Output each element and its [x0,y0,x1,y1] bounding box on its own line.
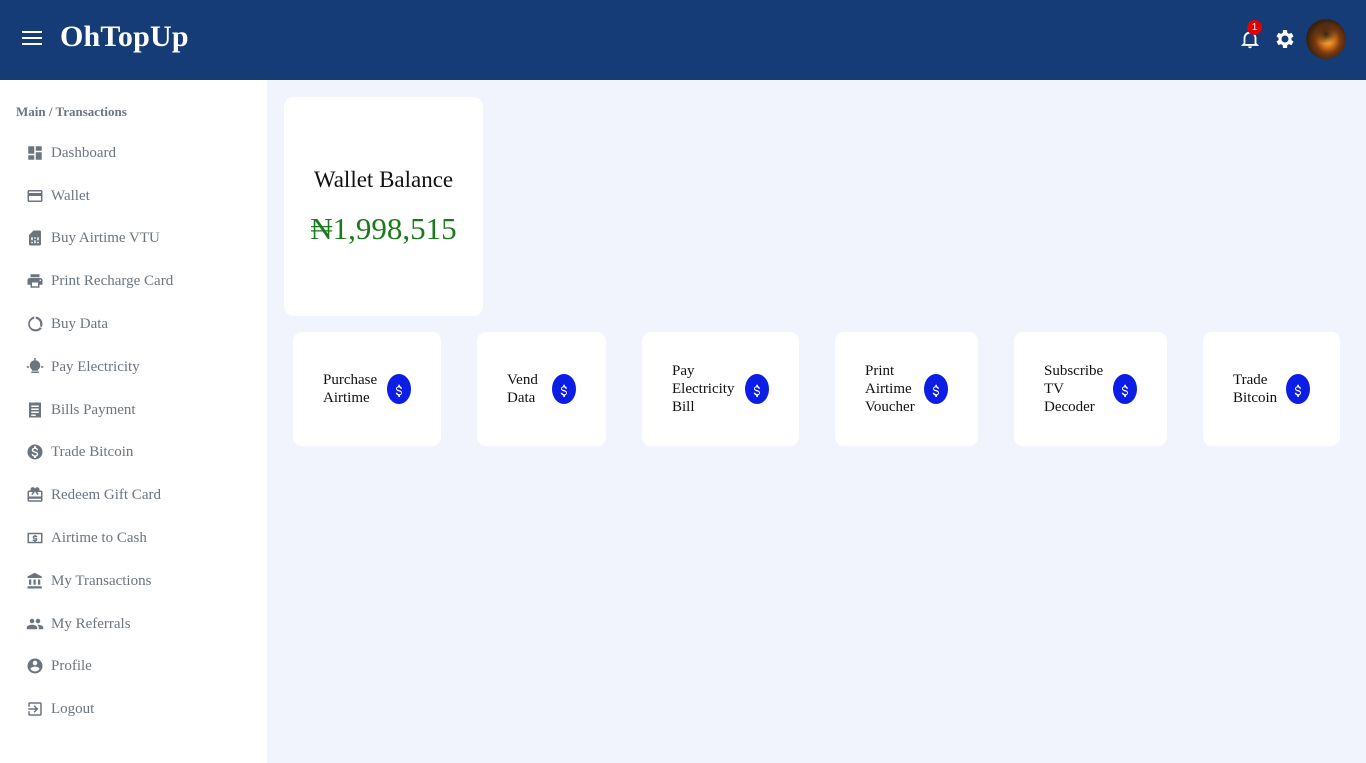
service-label-line: Vend [507,372,538,388]
avatar[interactable] [1306,19,1346,59]
bank-icon [26,572,44,590]
sidebar-item-buy-airtime[interactable]: Buy Airtime VTU [26,226,160,250]
dollar-icon [26,443,44,461]
sidebar-item-label: Print Recharge Card [51,272,174,289]
sidebar-item-label: Profile [51,657,92,674]
sidebar-item-label: Buy Data [51,315,109,332]
service-label-line: Subscribe [1044,363,1104,379]
dollar-coin-icon [924,374,948,404]
vend-data-card[interactable]: Vend Data [477,332,606,446]
service-label-line: TV [1044,381,1064,397]
service-label-line: Purchase [323,372,378,388]
sidebar-item-label: My Referrals [51,615,131,632]
credit-card-icon [26,187,44,205]
sidebar-item-label: Dashboard [51,144,116,161]
sidebar-item-label: Logout [51,700,95,717]
wallet-balance-amount: ₦1,998,515 [310,211,457,246]
service-label-line: Decoder [1044,399,1095,415]
sidebar-item-my-referrals[interactable]: My Referrals [26,612,131,636]
sidebar-item-airtime-to-cash[interactable]: Airtime to Cash [26,526,147,550]
sidebar-item-dashboard[interactable]: Dashboard [26,141,116,165]
account-circle-icon [26,657,44,675]
dollar-coin-icon [745,374,769,404]
dollar-coin-icon [1113,374,1137,404]
sim-card-icon [26,229,44,247]
sidebar-item-label: Trade Bitcoin [51,443,134,460]
sidebar-item-redeem-gift-card[interactable]: Redeem Gift Card [26,483,161,507]
gear-icon[interactable] [1272,27,1296,51]
subscribe-tv-decoder-card[interactable]: Subscribe TV Decoder [1014,332,1167,446]
wallet-balance-title: Wallet Balance [313,167,454,192]
cash-icon [26,529,44,547]
service-label-line: Trade [1233,372,1268,388]
sidebar-item-label: Wallet [51,187,90,204]
sidebar-item-label: My Transactions [51,572,152,589]
pay-electricity-bill-card[interactable]: Pay Electricity Bill [642,332,799,446]
purchase-airtime-card[interactable]: Purchase Airtime [293,332,441,446]
print-airtime-voucher-card[interactable]: Print Airtime Voucher [835,332,978,446]
dollar-coin-icon [1286,374,1310,404]
brand-title[interactable]: OhTopUp [60,20,189,54]
gift-card-icon [26,486,44,504]
top-app-bar: OhTopUp 1 [0,0,1366,80]
menu-icon[interactable] [22,29,42,49]
wallet-balance-card: Wallet Balance ₦1,998,515 [284,97,483,316]
dollar-coin-icon [552,374,576,404]
service-label-line: Data [507,390,536,406]
sidebar-item-trade-bitcoin[interactable]: Trade Bitcoin [26,440,133,464]
service-label-line: Airtime [865,381,912,397]
sidebar-item-bills-payment[interactable]: Bills Payment [26,398,136,422]
sidebar-item-label: Pay Electricity [51,358,140,375]
sidebar-item-buy-data[interactable]: Buy Data [26,312,108,336]
service-label-line: Pay [672,363,695,379]
trade-bitcoin-card[interactable]: Trade Bitcoin [1203,332,1340,446]
dollar-coin-icon [387,374,411,404]
service-label-line: Print [865,363,895,379]
sidebar-item-profile[interactable]: Profile [26,654,92,678]
service-label-line: Bill [672,399,695,415]
service-label-line: Airtime [323,390,370,406]
receipt-icon [26,401,44,419]
light-bulb-icon [26,358,44,376]
sidebar-item-label: Buy Airtime VTU [51,229,160,246]
notification-badge: 1 [1247,20,1262,35]
dashboard-icon [26,144,44,162]
sidebar-item-wallet[interactable]: Wallet [26,184,90,208]
sidebar-item-label: Bills Payment [51,401,136,418]
sidebar-item-label: Airtime to Cash [51,529,147,546]
data-usage-icon [26,315,44,333]
sidebar-item-pay-electricity[interactable]: Pay Electricity [26,355,140,379]
service-label-line: Voucher [865,399,915,415]
sidebar-item-logout[interactable]: Logout [26,697,94,721]
sidebar: Main / Transactions Dashboard Wallet Buy… [0,80,267,763]
sidebar-item-my-transactions[interactable]: My Transactions [26,569,151,593]
service-label-line: Bitcoin [1233,390,1278,406]
sidebar-item-print-recharge[interactable]: Print Recharge Card [26,269,173,293]
sidebar-item-label: Redeem Gift Card [51,486,161,503]
breadcrumb: Main / Transactions [16,104,127,119]
people-icon [26,615,44,633]
logout-icon [26,700,44,718]
service-label-line: Electricity [672,381,735,397]
printer-icon [26,272,44,290]
